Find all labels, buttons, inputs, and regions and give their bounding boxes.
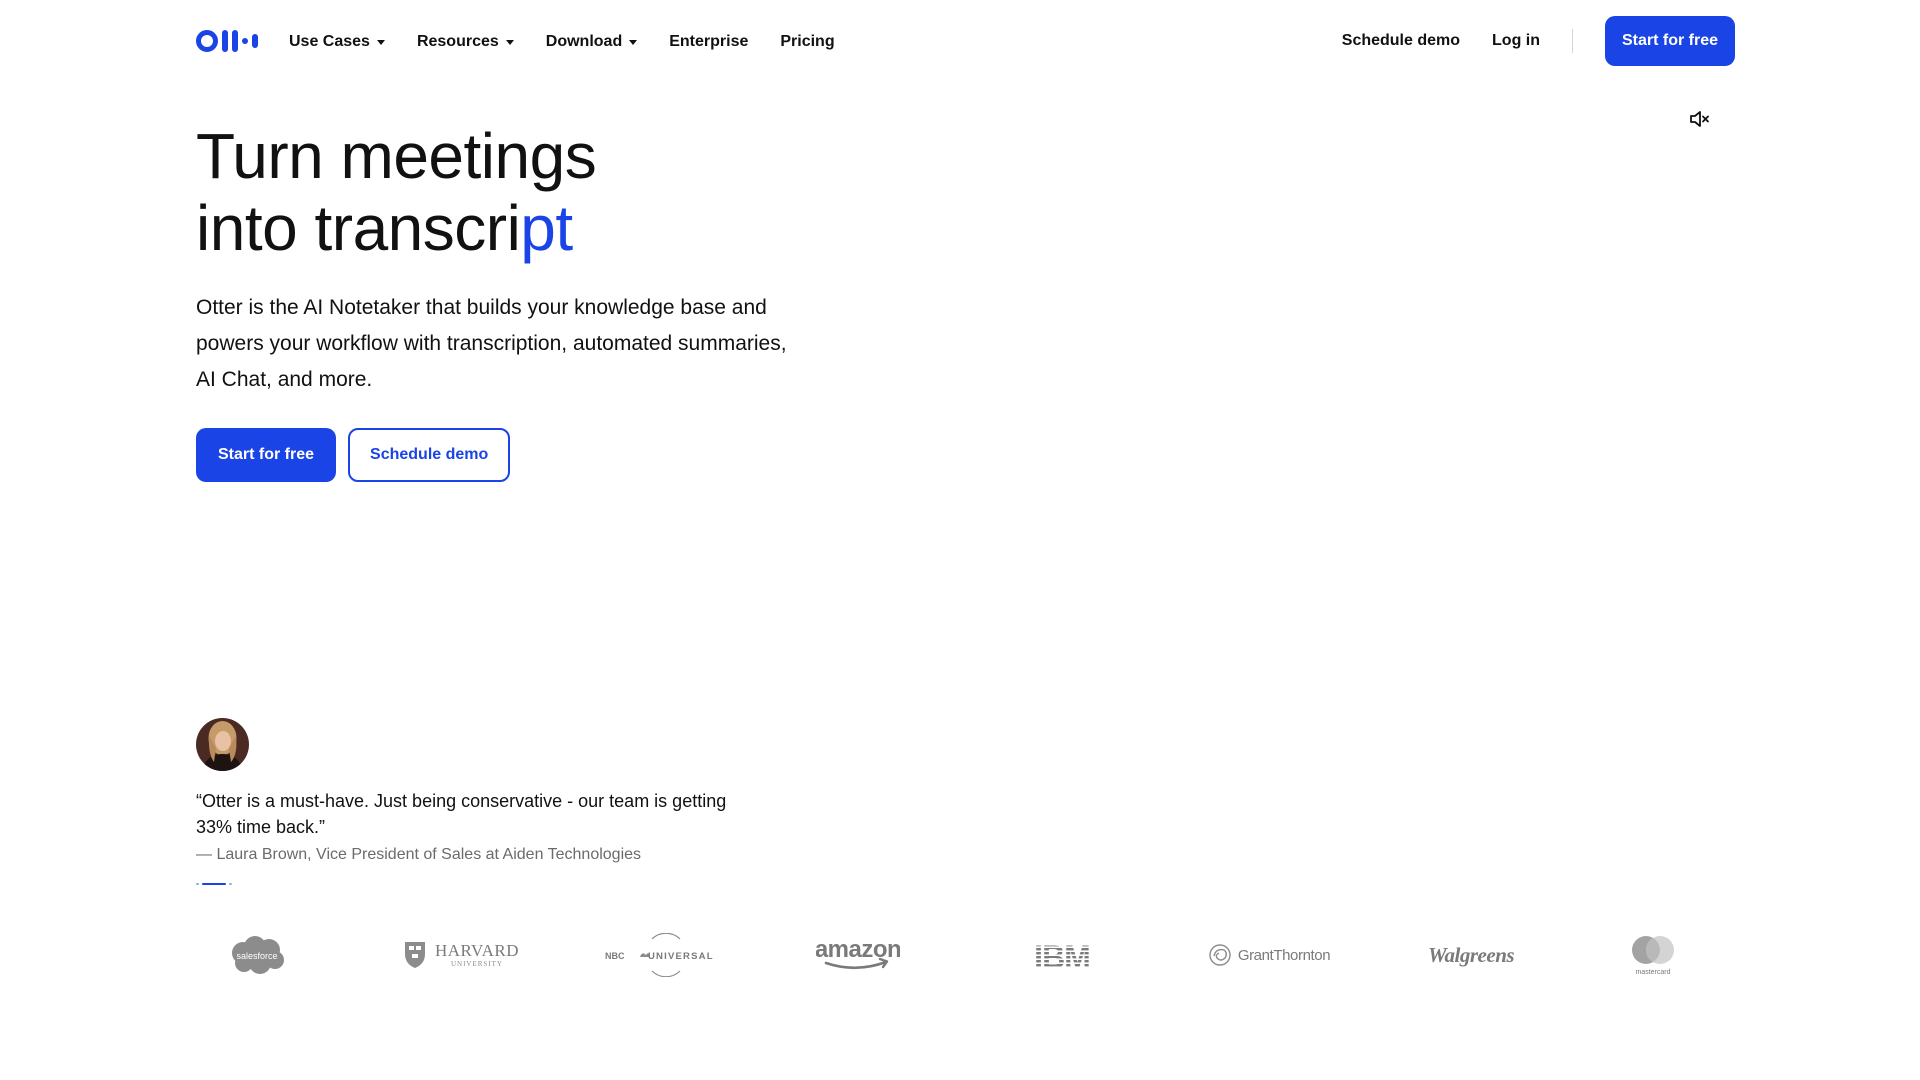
caret-down-icon bbox=[629, 40, 638, 45]
ibm-logo: IBM bbox=[1028, 930, 1096, 980]
mastercard-logo: mastercard bbox=[1624, 930, 1682, 980]
avatar bbox=[196, 718, 249, 771]
salesforce-wordmark: salesforce bbox=[236, 951, 277, 961]
grant-thornton-logo: GrantThornton bbox=[1206, 930, 1332, 980]
nav-label: Pricing bbox=[780, 33, 835, 50]
harvard-logo: HARVARD UNIVERSITY bbox=[402, 930, 520, 980]
logo-dot bbox=[242, 38, 248, 44]
nav-label: Resources bbox=[416, 33, 499, 50]
header-actions: Schedule demo Log in Start for free bbox=[1342, 16, 1735, 66]
log-in-link[interactable]: Log in bbox=[1492, 32, 1540, 50]
hero-title-line2: into transcri bbox=[196, 192, 521, 264]
universal-wordmark: UNIVERSAL bbox=[648, 951, 714, 962]
amazon-logo: amazon bbox=[816, 930, 900, 980]
nav-label: Download bbox=[545, 33, 623, 50]
nav-download[interactable]: Download bbox=[545, 30, 638, 54]
carousel-indicators bbox=[196, 883, 232, 885]
carousel-dot[interactable] bbox=[196, 883, 199, 885]
salesforce-logo: salesforce bbox=[226, 930, 288, 980]
otter-logo[interactable] bbox=[196, 30, 258, 52]
logo-bar bbox=[222, 30, 228, 52]
nav-pricing[interactable]: Pricing bbox=[780, 30, 834, 54]
ibm-wordmark: IBM bbox=[1034, 940, 1090, 970]
harvard-shield-icon bbox=[404, 942, 425, 968]
harvard-subtext: UNIVERSITY bbox=[450, 960, 503, 968]
harvard-wordmark: HARVARD bbox=[434, 941, 519, 960]
mastercard-wordmark: mastercard bbox=[1635, 969, 1670, 976]
walgreens-wordmark: Walgreens bbox=[1427, 942, 1515, 967]
speaker-muted-icon[interactable] bbox=[1688, 108, 1710, 130]
nbc-wordmark: NBC bbox=[605, 951, 625, 961]
caret-down-icon bbox=[505, 40, 514, 45]
schedule-demo-button[interactable]: Schedule demo bbox=[348, 428, 511, 482]
hero-title-line1: Turn meetings bbox=[196, 120, 597, 192]
hero-buttons: Start for free Schedule demo bbox=[196, 428, 511, 482]
site-header: Use Cases Resources Download Enterprise … bbox=[0, 0, 1920, 84]
customer-logos: salesforce HARVARD UNIVERSITY NBC UNIVER… bbox=[196, 930, 1704, 980]
nbc-universal-logo: NBC UNIVERSAL bbox=[604, 930, 714, 980]
testimonial-attribution: — Laura Brown, Vice President of Sales a… bbox=[196, 846, 642, 863]
carousel-dot[interactable] bbox=[229, 883, 232, 885]
hero-title-accent: pt bbox=[520, 192, 573, 264]
testimonial-quote: “Otter is a must-have. Just being conser… bbox=[196, 791, 727, 837]
carousel-dot-active[interactable] bbox=[202, 883, 226, 885]
schedule-demo-link[interactable]: Schedule demo bbox=[1342, 32, 1460, 50]
logo-bar bbox=[232, 30, 238, 52]
grant-thornton-wordmark: GrantThornton bbox=[1237, 946, 1331, 964]
logo-ring bbox=[196, 30, 218, 52]
hero-subtitle: Otter is the AI Notetaker that builds yo… bbox=[196, 296, 787, 391]
nav-label: Enterprise bbox=[669, 33, 749, 50]
nav-use-cases[interactable]: Use Cases bbox=[289, 30, 385, 54]
start-free-header-button[interactable]: Start for free bbox=[1605, 16, 1735, 66]
nav-resources[interactable]: Resources bbox=[417, 30, 514, 54]
header-divider bbox=[1572, 29, 1573, 53]
hero-title: Turn meetings into transcript bbox=[196, 120, 996, 264]
grant-thornton-swirl-icon bbox=[1209, 944, 1231, 966]
caret-down-icon bbox=[376, 40, 385, 45]
start-free-button[interactable]: Start for free bbox=[196, 428, 337, 482]
main-nav: Use Cases Resources Download Enterprise … bbox=[289, 30, 867, 54]
amazon-wordmark: amazon bbox=[816, 936, 900, 963]
nav-enterprise[interactable]: Enterprise bbox=[669, 30, 748, 54]
nav-label: Use Cases bbox=[289, 33, 370, 50]
walgreens-logo: Walgreens bbox=[1420, 930, 1522, 980]
logo-bar bbox=[252, 34, 258, 48]
